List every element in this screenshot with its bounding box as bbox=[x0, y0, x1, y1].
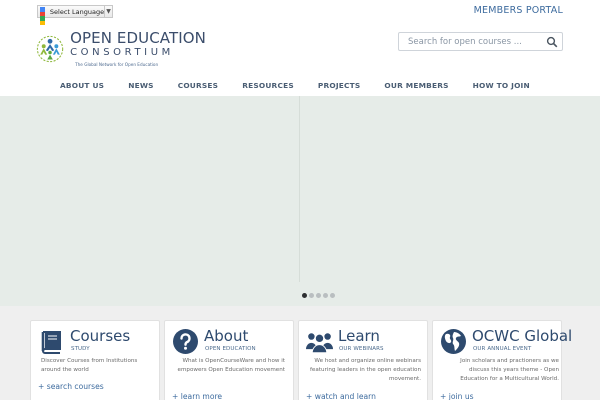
card-subtitle: OPEN EDUCATION bbox=[205, 346, 256, 352]
card-subtitle: OUR WEBINARS bbox=[339, 346, 384, 352]
globe-icon bbox=[441, 329, 466, 354]
slider-pagination bbox=[302, 293, 337, 298]
slider-dot[interactable] bbox=[323, 293, 328, 298]
card-courses[interactable]: Courses STUDY Discover Courses from Inst… bbox=[30, 320, 160, 400]
card-learn[interactable]: Learn OUR WEBINARS We host and organize … bbox=[298, 320, 428, 400]
main-nav: ABOUT US NEWS COURSES RESOURCES PROJECTS… bbox=[60, 81, 554, 90]
slider-dot[interactable] bbox=[309, 293, 314, 298]
card-title: Learn bbox=[338, 327, 380, 345]
card-description: Join scholars and practioners as we disc… bbox=[460, 358, 559, 382]
language-label: Select Language bbox=[49, 7, 105, 16]
slide-divider bbox=[299, 96, 300, 282]
join-us-link[interactable]: + join us bbox=[440, 392, 474, 400]
google-translate-icon bbox=[40, 7, 47, 25]
chevron-down-icon: ▼ bbox=[104, 6, 112, 17]
card-title: OCWC Global bbox=[472, 327, 573, 345]
search-icon[interactable] bbox=[546, 36, 558, 48]
nav-resources[interactable]: RESOURCES bbox=[242, 81, 294, 90]
book-icon bbox=[41, 331, 61, 354]
card-description: Discover Courses from Institutions aroun… bbox=[41, 358, 138, 373]
logo-tagline: The Global Network for Open Education bbox=[75, 62, 159, 67]
hero-slider[interactable] bbox=[0, 96, 600, 306]
learn-more-link[interactable]: + learn more bbox=[172, 392, 222, 400]
slider-dot[interactable] bbox=[330, 293, 335, 298]
slider-dot[interactable] bbox=[302, 293, 307, 298]
site-logo[interactable]: OPEN EDUCATION CONSORTIUM The Global Net… bbox=[36, 29, 206, 71]
card-subtitle: STUDY bbox=[71, 346, 90, 352]
language-selector[interactable]: Select Language ▼ bbox=[37, 5, 113, 25]
card-subtitle: OUR ANNUAL EVENT bbox=[473, 346, 532, 352]
nav-courses[interactable]: COURSES bbox=[178, 81, 219, 90]
search-input[interactable] bbox=[408, 35, 543, 49]
logo-title: OPEN EDUCATION bbox=[70, 29, 206, 47]
slider-dot[interactable] bbox=[316, 293, 321, 298]
members-portal-link[interactable]: MEMBERS PORTAL bbox=[474, 5, 563, 16]
watch-and-learn-link[interactable]: + watch and learn bbox=[306, 392, 376, 400]
nav-news[interactable]: NEWS bbox=[128, 81, 154, 90]
card-about[interactable]: About OPEN EDUCATION What is OpenCourseW… bbox=[164, 320, 294, 400]
search-box bbox=[398, 32, 563, 51]
card-ocwc-global[interactable]: OCWC Global OUR ANNUAL EVENT Join schola… bbox=[432, 320, 572, 400]
card-title: About bbox=[204, 327, 249, 345]
card-description: We host and organize online webinars fea… bbox=[309, 358, 421, 382]
people-icon bbox=[306, 333, 333, 354]
nav-about-us[interactable]: ABOUT US bbox=[60, 81, 104, 90]
question-icon bbox=[173, 329, 198, 354]
nav-how-to-join[interactable]: HOW TO JOIN bbox=[473, 81, 530, 90]
oec-logo-icon bbox=[36, 35, 64, 63]
logo-subtitle: CONSORTIUM bbox=[70, 47, 174, 58]
nav-projects[interactable]: PROJECTS bbox=[318, 81, 361, 90]
nav-our-members[interactable]: OUR MEMBERS bbox=[384, 81, 448, 90]
search-courses-link[interactable]: + search courses bbox=[38, 382, 104, 391]
card-description: What is OpenCourseWare and how it empowe… bbox=[177, 358, 285, 373]
card-title: Courses bbox=[70, 327, 131, 345]
